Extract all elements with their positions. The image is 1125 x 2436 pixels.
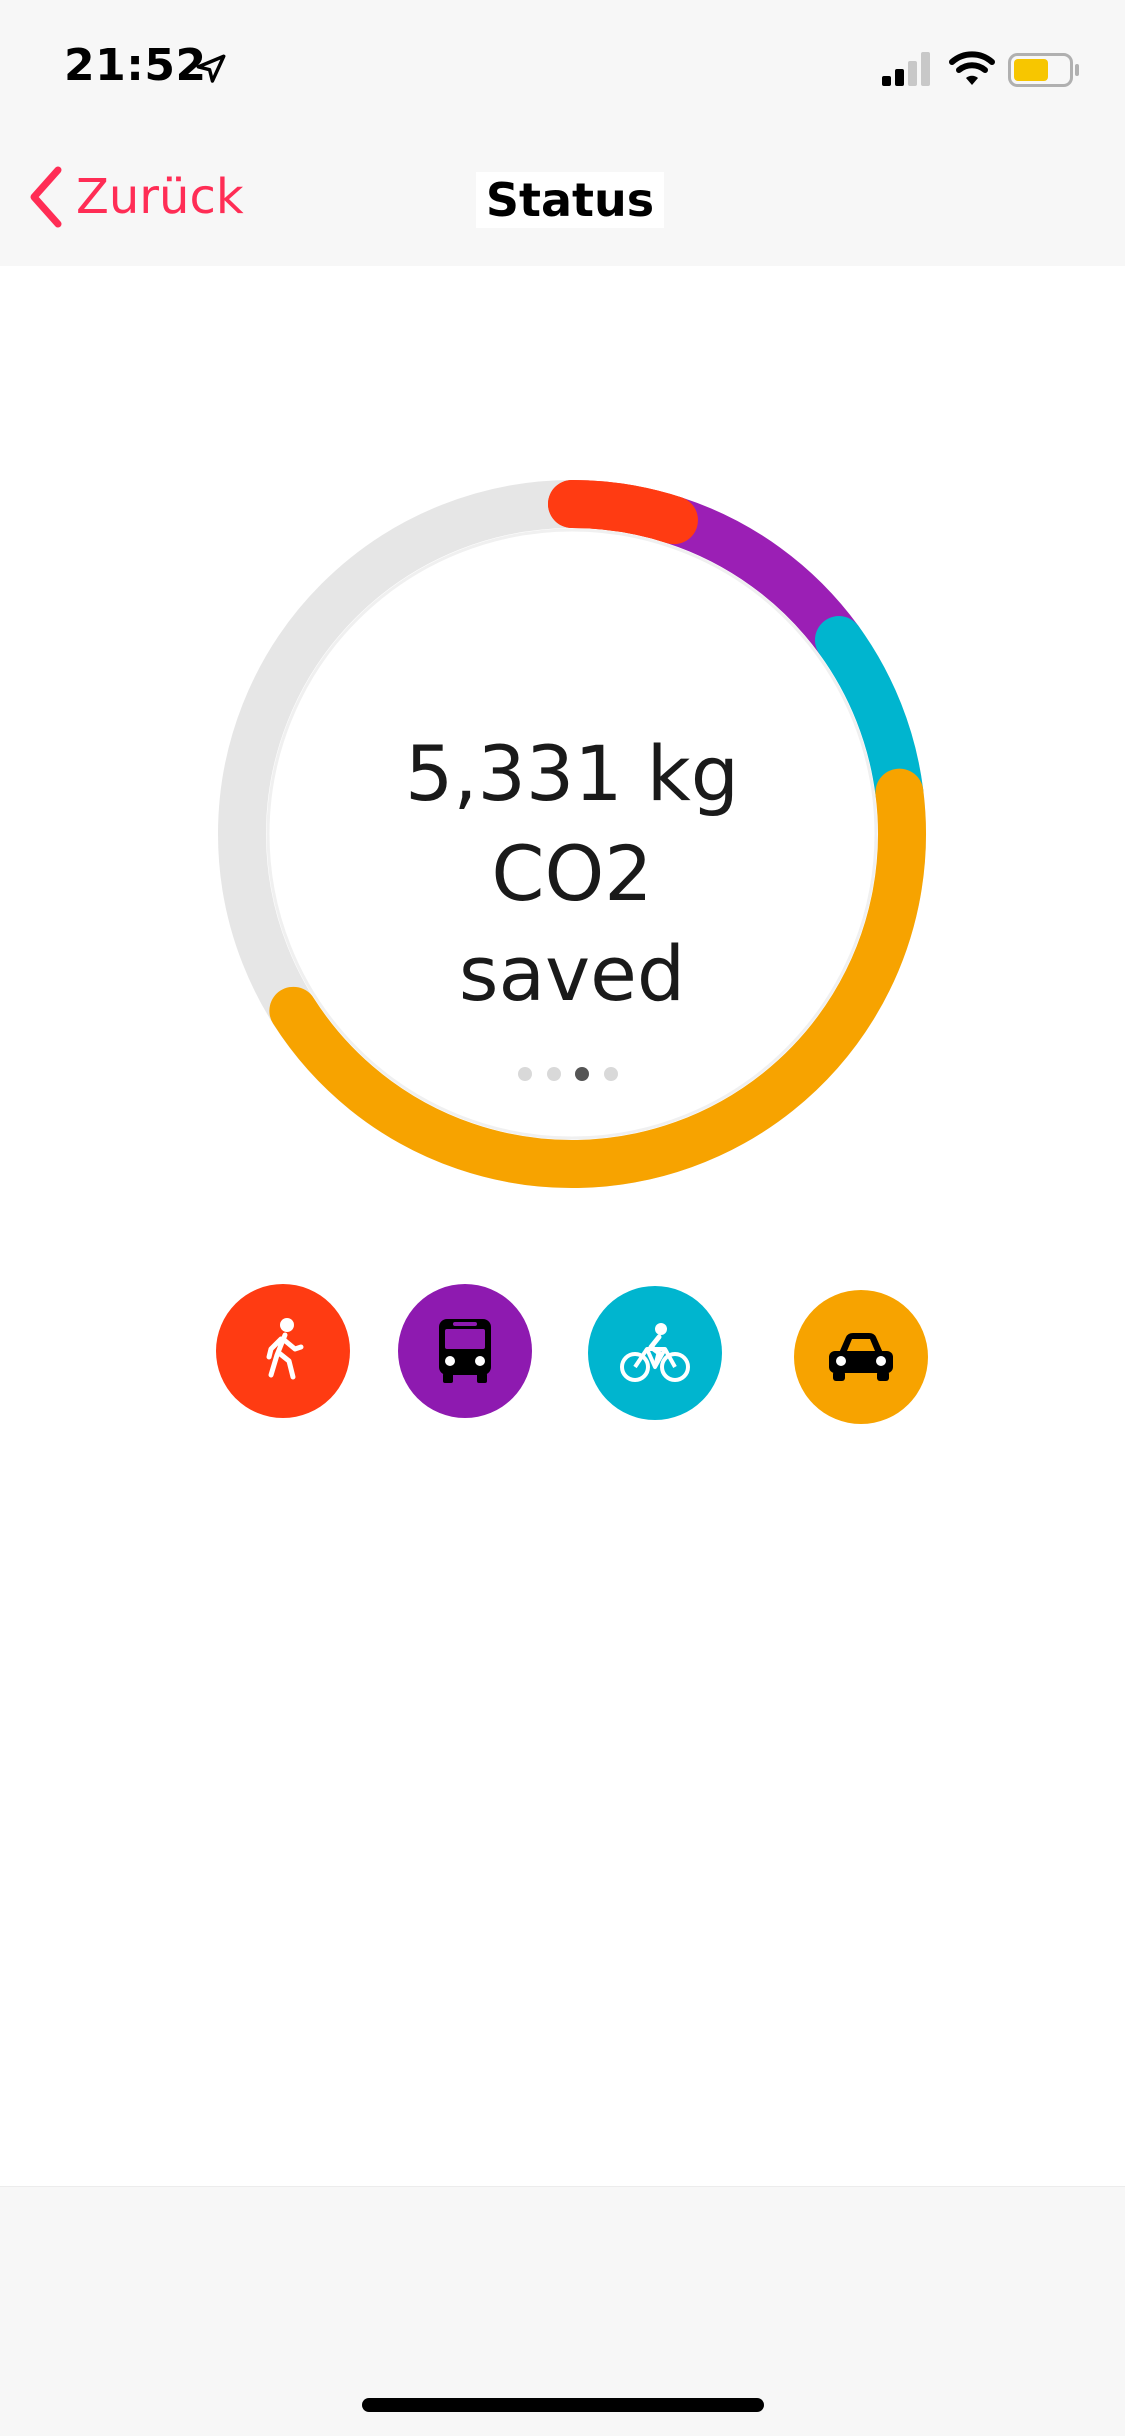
status-screen: 21:52 Zurück Status 5,331 kg CO2 saved [0,0,1125,2436]
navigation-bar: Zurück Status [0,132,1125,266]
bus-icon [439,1319,491,1383]
status-time: 21:52 [64,40,207,91]
wifi-icon [949,51,995,85]
location-arrow-icon [196,54,226,83]
page-dot[interactable] [603,1067,618,1081]
mode-button-walk[interactable] [216,1284,350,1418]
co2-summary: 5,331 kg CO2 saved [322,724,822,1024]
page-dot[interactable] [546,1067,561,1081]
ring-segment-walk-cap [548,480,698,545]
chevron-left-icon [30,166,62,228]
status-bar: 21:52 [0,0,1125,132]
car-icon [829,1333,893,1381]
home-indicator[interactable] [362,2398,764,2412]
page-indicator[interactable] [518,1064,618,1084]
co2-amount: 5,331 kg CO2 [405,729,739,918]
mode-button-car[interactable] [794,1290,928,1424]
page-dot[interactable] [518,1067,532,1081]
battery-icon [1008,53,1079,87]
back-button[interactable]: Zurück [24,162,244,232]
page-title: Status [476,172,664,228]
walking-person-icon [266,1318,304,1380]
co2-saved-label: saved [458,929,686,1018]
co2-ring-chart[interactable]: 5,331 kg CO2 saved [212,474,932,1194]
mode-button-bike[interactable] [588,1286,722,1420]
bicycle-icon [620,1323,690,1382]
page-dot[interactable] [575,1067,590,1081]
cellular-signal-icon [882,52,930,86]
back-label: Zurück [76,169,244,225]
mode-button-bus[interactable] [398,1284,532,1418]
